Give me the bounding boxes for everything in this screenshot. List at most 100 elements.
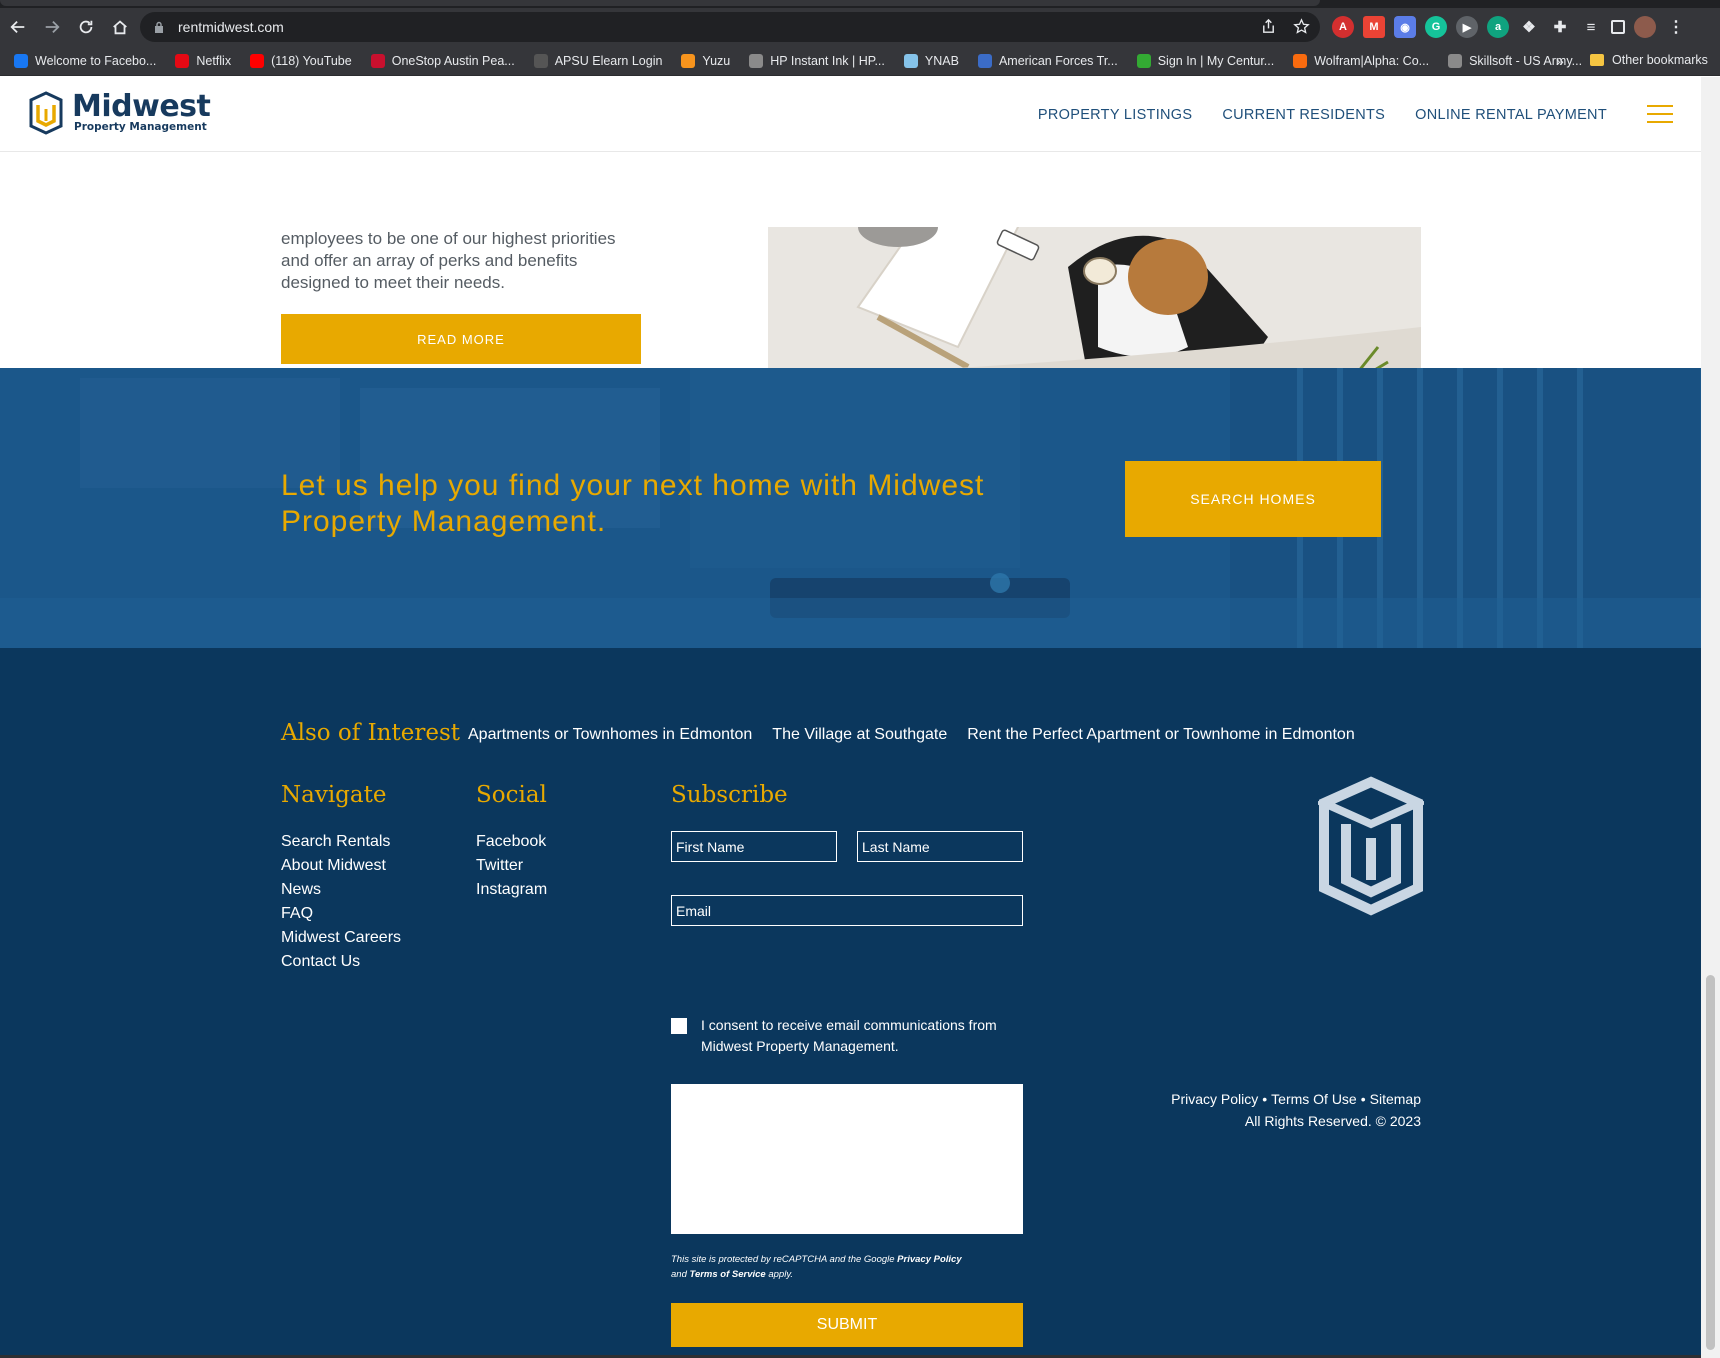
- also-link-rent-perfect-apartment[interactable]: Rent the Perfect Apartment or Townhome i…: [967, 726, 1354, 744]
- bookmark-label: Netflix: [196, 53, 232, 68]
- browser-toolbar: rentmidwest.com A M ◉ G ▶ a ❖ ✚ ≡ ⋮: [0, 8, 1720, 46]
- bookmark-label: APSU Elearn Login: [554, 53, 663, 68]
- bookmark-item[interactable]: American Forces Tr...: [977, 53, 1118, 68]
- other-bookmarks-label: Other bookmarks: [1612, 53, 1708, 67]
- kebab-menu-icon[interactable]: ⋮: [1665, 16, 1687, 38]
- tab-strip: [0, 0, 1720, 8]
- extension-icons: A M ◉ G ▶ a ❖ ✚ ≡ ⋮: [1332, 12, 1687, 42]
- legal-links: Privacy Policy • Terms Of Use • Sitemap: [1171, 1088, 1421, 1110]
- consent-label: I consent to receive email communication…: [701, 1017, 997, 1054]
- recaptcha-privacy-link[interactable]: Privacy Policy: [897, 1254, 961, 1265]
- play-icon[interactable]: ▶: [1456, 16, 1478, 38]
- first-name-field[interactable]: First Name: [671, 831, 837, 862]
- nav-link-news[interactable]: News: [281, 878, 401, 902]
- logo[interactable]: Midwest Property Management: [29, 91, 211, 135]
- also-link-village-southgate[interactable]: The Village at Southgate: [772, 726, 947, 744]
- sitemap-link[interactable]: Sitemap: [1370, 1091, 1421, 1107]
- recaptcha-widget[interactable]: [671, 1084, 1023, 1234]
- url-text[interactable]: rentmidwest.com: [178, 19, 284, 35]
- reload-icon[interactable]: [70, 11, 102, 43]
- footer-logo-mark-icon: [1318, 776, 1424, 916]
- also-of-interest-links: Apartments or Townhomes in Edmonton The …: [468, 726, 1375, 744]
- logo-mark-icon[interactable]: [29, 91, 63, 135]
- scrollbar-thumb[interactable]: [1706, 975, 1715, 1350]
- avatar[interactable]: [1634, 16, 1656, 38]
- bookmark-label: YNAB: [924, 53, 959, 68]
- active-tab-edge[interactable]: [0, 0, 1320, 6]
- nav-link-about-midwest[interactable]: About Midwest: [281, 854, 401, 878]
- nav-link-faq[interactable]: FAQ: [281, 902, 401, 926]
- legal-separator: •: [1360, 1091, 1366, 1107]
- careers-text: employees to be one of our highest prior…: [281, 229, 616, 292]
- app-a-icon[interactable]: a: [1487, 16, 1509, 38]
- aft-icon: [977, 53, 992, 68]
- bookmarks-bar: Welcome to Facebo... Netflix (118) YouTube…: [0, 46, 1720, 76]
- nav-link-search-rentals[interactable]: Search Rentals: [281, 830, 401, 854]
- consent-checkbox[interactable]: [671, 1018, 687, 1034]
- bookmark-item[interactable]: HP Instant Ink | HP...: [749, 53, 885, 68]
- page-scrollbar[interactable]: [1701, 77, 1720, 1358]
- hamburger-menu-icon[interactable]: [1647, 105, 1673, 123]
- share-icon[interactable]: [1260, 18, 1277, 35]
- netflix-icon: [175, 53, 190, 68]
- subscribe-heading: Subscribe: [671, 782, 788, 808]
- site-header: Midwest Property Management PROPERTY LIS…: [0, 77, 1701, 152]
- recaptcha-terms-link[interactable]: Terms of Service: [690, 1269, 766, 1280]
- nav-link-contact-us[interactable]: Contact Us: [281, 950, 401, 974]
- sidepanel-icon[interactable]: [1611, 20, 1625, 34]
- forward-icon[interactable]: [36, 11, 68, 43]
- bookmark-item[interactable]: APSU Elearn Login: [533, 53, 663, 68]
- youtube-icon: [250, 53, 265, 68]
- bookmark-item[interactable]: YNAB: [903, 53, 959, 68]
- lock-icon[interactable]: [154, 21, 164, 33]
- bookmark-item[interactable]: Wolfram|Alpha: Co...: [1293, 53, 1429, 68]
- also-link-apartments-edmonton[interactable]: Apartments or Townhomes in Edmonton: [468, 726, 752, 744]
- read-more-button[interactable]: READ MORE: [281, 314, 641, 364]
- email-field[interactable]: Email: [671, 895, 1023, 926]
- nav-link-midwest-careers[interactable]: Midwest Careers: [281, 926, 401, 950]
- home-icon[interactable]: [104, 11, 136, 43]
- bookmark-item[interactable]: Sign In | My Centur...: [1136, 53, 1274, 68]
- globe-icon: [749, 53, 764, 68]
- bookmark-star-icon[interactable]: [1293, 18, 1310, 35]
- playlist-icon[interactable]: ≡: [1580, 16, 1602, 38]
- social-list: Facebook Twitter Instagram: [476, 830, 547, 902]
- navigate-heading: Navigate: [281, 782, 387, 808]
- bookmark-item[interactable]: Netflix: [175, 53, 232, 68]
- social-link-instagram[interactable]: Instagram: [476, 878, 547, 902]
- social-link-twitter[interactable]: Twitter: [476, 854, 547, 878]
- bookmark-label: OneStop Austin Pea...: [391, 53, 515, 68]
- ynab-icon: [903, 53, 918, 68]
- bookmark-label: Yuzu: [702, 53, 731, 68]
- nav-online-rental-payment[interactable]: ONLINE RENTAL PAYMENT: [1415, 107, 1607, 123]
- back-icon[interactable]: [2, 11, 34, 43]
- copyright: All Rights Reserved. © 2023: [1244, 1113, 1421, 1129]
- bookmark-item[interactable]: Welcome to Facebo...: [14, 53, 157, 68]
- dropbox-icon[interactable]: ❖: [1518, 16, 1540, 38]
- bookmark-item[interactable]: Yuzu: [681, 53, 731, 68]
- bookmark-label: Welcome to Facebo...: [35, 53, 157, 68]
- bookmarks-overflow-icon[interactable]: »: [1556, 53, 1564, 69]
- puzzle-icon[interactable]: ✚: [1549, 16, 1571, 38]
- d2l-icon: [533, 53, 548, 68]
- other-bookmarks[interactable]: Other bookmarks: [1590, 53, 1708, 67]
- nav-current-residents[interactable]: CURRENT RESIDENTS: [1222, 107, 1385, 123]
- bookmark-label: (118) YouTube: [271, 53, 352, 68]
- social-heading: Social: [476, 782, 547, 808]
- nav-property-listings[interactable]: PROPERTY LISTINGS: [1038, 107, 1192, 123]
- navigate-list: Search Rentals About Midwest News FAQ Mi…: [281, 830, 401, 974]
- last-name-field[interactable]: Last Name: [857, 831, 1023, 862]
- privacy-policy-link[interactable]: Privacy Policy: [1171, 1091, 1258, 1107]
- gmail-icon[interactable]: M: [1363, 16, 1385, 38]
- terms-of-use-link[interactable]: Terms Of Use: [1271, 1091, 1357, 1107]
- adblock-icon[interactable]: A: [1332, 16, 1354, 38]
- social-link-facebook[interactable]: Facebook: [476, 830, 547, 854]
- address-bar[interactable]: rentmidwest.com: [140, 12, 1320, 42]
- bookmark-item[interactable]: (118) YouTube: [250, 53, 352, 68]
- grammarly-icon[interactable]: G: [1425, 16, 1447, 38]
- submit-button[interactable]: SUBMIT: [671, 1303, 1023, 1347]
- bookmark-item[interactable]: OneStop Austin Pea...: [370, 53, 515, 68]
- bookmark-label: American Forces Tr...: [998, 53, 1118, 68]
- search-homes-button[interactable]: SEARCH HOMES: [1125, 461, 1381, 537]
- camera-icon[interactable]: ◉: [1394, 16, 1416, 38]
